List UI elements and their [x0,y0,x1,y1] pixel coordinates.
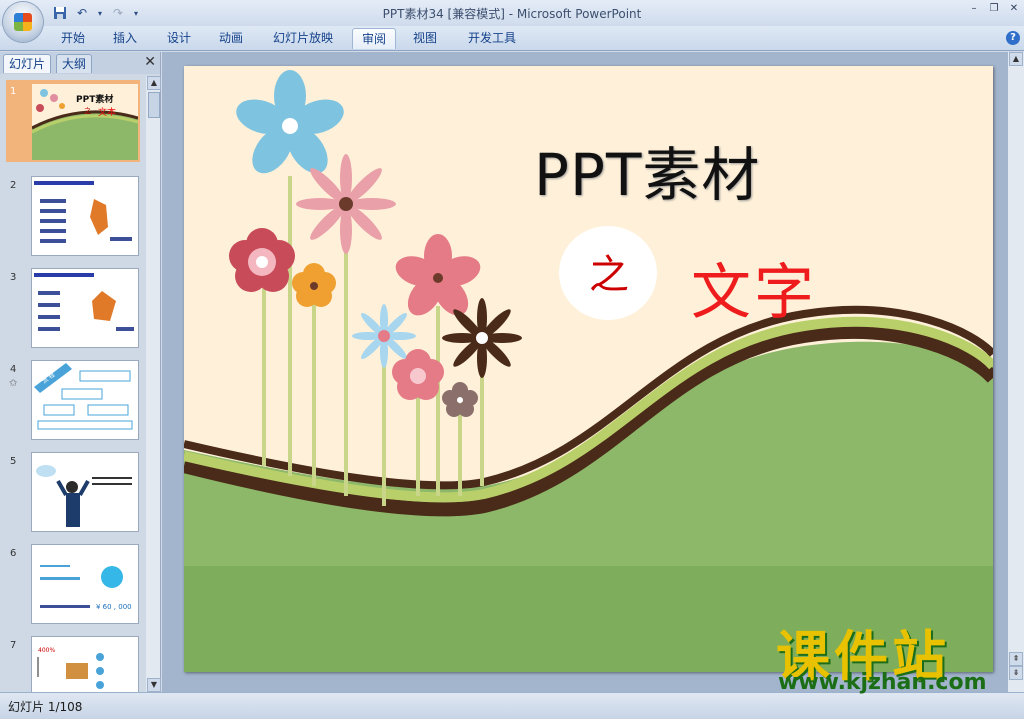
thumb-2-art [34,181,132,243]
slide-number: 5 [10,456,17,467]
thumb-7-pct: 400% [38,647,56,654]
thumb-6-art [40,565,123,608]
scroll-down-icon[interactable]: ▼ [147,678,161,692]
slide-number: 2 [10,180,17,191]
tab-home[interactable]: 开始 [58,28,88,48]
restore-icon[interactable]: ❐ [988,3,1000,15]
slide-subtitle[interactable]: 文字 [691,244,817,331]
office-logo-icon [14,13,32,31]
scroll-thumb[interactable] [148,92,160,118]
thumb-6-price: ¥ 60 , 000 [96,603,132,611]
connector-text[interactable]: 之 [579,242,639,300]
thumbnail-row[interactable]: 3 [0,268,144,350]
prev-slide-icon[interactable]: ⇞ [1009,652,1023,666]
title-bar: ↶ ▾ ↷ ▾ PPT素材34 [兼容模式] - Microsoft Power… [0,0,1024,26]
tab-insert[interactable]: 插入 [110,28,140,48]
thumbnail-row[interactable]: 2 [0,176,144,258]
thumb-1-preview: PPT素材 之 文本 [32,84,138,160]
slide-thumbnail[interactable]: 流 程 [31,360,139,440]
slide-title[interactable]: PPT素材 [534,128,760,212]
slide-thumbnail[interactable] [31,268,139,348]
thumbnail-row[interactable]: PPT素材 之 文本 1 [0,80,144,170]
tab-view[interactable]: 视图 [410,28,440,48]
slide-thumbnail-selected[interactable]: PPT素材 之 文本 [6,80,140,162]
slide-thumbnail[interactable] [31,176,139,256]
window-controls: – ❐ ✕ [968,3,1020,15]
animation-star-icon: ✩ [9,378,18,389]
slide-thumbnail[interactable] [31,452,139,532]
thumbnail-row[interactable]: 6 ¥ 60 , 000 [0,544,144,626]
slide-thumbnail[interactable]: 400% [31,636,139,692]
slide-scrollbar[interactable]: ▲ ⇞ ⇟ [1008,52,1024,692]
next-slide-icon[interactable]: ⇟ [1009,666,1023,680]
thumb-7-art [37,653,104,689]
watermark: 课件站 www.kjzhan.com [770,612,1010,704]
thumbnail-row[interactable]: 7 400% [0,636,144,692]
tab-design[interactable]: 设计 [164,28,194,48]
thumb-5-art [36,465,132,527]
thumb-1-sub: 文本 [98,108,117,118]
close-pane-icon[interactable]: ✕ [144,54,156,70]
slide-counter: 幻灯片 1/108 [8,700,83,714]
slide-thumbnail[interactable]: ¥ 60 , 000 [31,544,139,624]
slide-number: 1 [10,86,17,97]
pane-tabs: 幻灯片 大纲 ✕ [0,52,160,74]
window-title: PPT素材34 [兼容模式] - Microsoft PowerPoint [382,7,642,21]
tab-developer[interactable]: 开发工具 [464,28,520,48]
thumb-1-zhi: 之 [84,107,91,115]
tab-outline[interactable]: 大纲 [56,54,93,73]
slides-pane: 幻灯片 大纲 ✕ PPT素材 之 文本 1 2 3 4 ✩ 流 程 5 6 ¥ … [0,52,161,692]
slide[interactable]: PPT素材 之 文字 [184,66,993,672]
pane-scrollbar[interactable]: ▲ ▼ [146,76,161,692]
close-icon[interactable]: ✕ [1008,3,1020,15]
tab-review[interactable]: 审阅 [352,28,396,49]
thumb-1-title: PPT素材 [76,95,114,105]
tab-slideshow[interactable]: 幻灯片放映 [268,28,338,48]
slide-number: 3 [10,272,17,283]
tab-slides[interactable]: 幻灯片 [3,54,52,73]
thumbnail-row[interactable]: 4 ✩ 流 程 [0,360,144,442]
scroll-up-icon[interactable]: ▲ [147,76,161,90]
minimize-icon[interactable]: – [968,3,980,15]
slide-number: 4 [10,364,17,375]
ribbon-tabs: 开始 插入 设计 动画 幻灯片放映 审阅 视图 开发工具 ? [0,26,1024,51]
tab-animation[interactable]: 动画 [216,28,246,48]
watermark-url: www.kjzhan.com [778,670,987,695]
thumb-3-art [34,273,134,331]
office-button[interactable] [3,2,43,42]
help-icon[interactable]: ? [1006,31,1020,45]
scroll-up-icon[interactable]: ▲ [1009,52,1023,66]
slide-number: 7 [10,640,17,651]
thumbnail-row[interactable]: 5 [0,452,144,534]
thumbnail-list: PPT素材 之 文本 1 2 3 4 ✩ 流 程 5 6 ¥ 60 , 000 … [0,76,144,692]
slide-number: 6 [10,548,17,559]
